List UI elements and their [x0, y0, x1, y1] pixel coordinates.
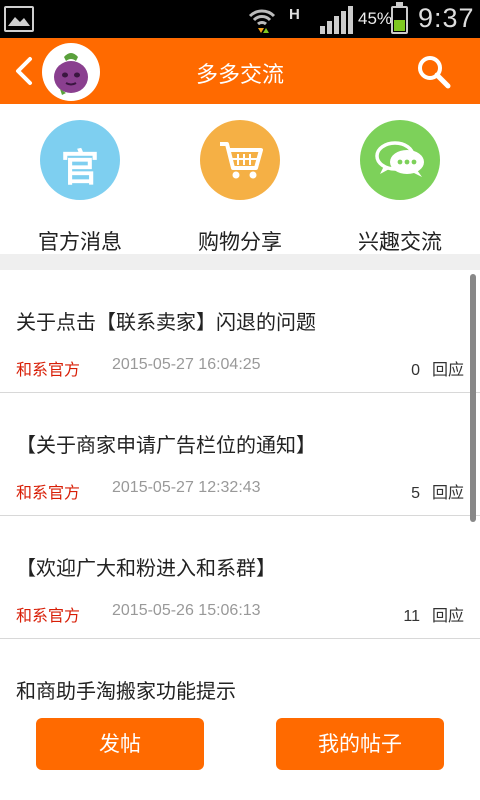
section-divider — [0, 254, 480, 270]
category-label: 官方消息 — [38, 230, 122, 254]
bottom-bar: 发帖 我的帖子 — [0, 700, 480, 800]
search-icon[interactable] — [416, 54, 452, 90]
new-post-button[interactable]: 发帖 — [36, 718, 204, 770]
category-row: 官 官方消息 购物分享 兴趣交流 — [0, 104, 480, 254]
official-icon: 官 — [40, 120, 120, 200]
post-time: 2015-05-27 16:04:25 — [112, 356, 261, 373]
page-title: 多多交流 — [195, 63, 284, 88]
reply-label: 回应 — [431, 483, 464, 502]
signal-icon — [318, 6, 354, 38]
post-list: 关于点击【联系卖家】闪退的问题 和系官方 2015-05-27 16:04:25… — [0, 270, 480, 700]
status-bar: H 45% 9:37 — [0, 0, 480, 38]
post-title: 关于点击【联系卖家】闪退的问题 — [16, 310, 316, 334]
reply-count: 0 回应 — [411, 356, 464, 380]
category-label: 兴趣交流 — [358, 230, 442, 254]
battery-percent: 45% — [358, 9, 393, 28]
post-title: 和商助手淘搬家功能提示 — [16, 679, 236, 700]
post-time: 2015-05-27 12:32:43 — [112, 479, 261, 496]
reply-count-value: 11 — [403, 608, 420, 625]
reply-label: 回应 — [431, 606, 464, 625]
network-type: H — [289, 6, 300, 23]
reply-label: 回应 — [431, 360, 464, 379]
scrollbar[interactable] — [470, 274, 476, 522]
category-official[interactable]: 官 官方消息 — [0, 120, 160, 254]
list-item[interactable]: 【欢迎广大和粉进入和系群】 和系官方 2015-05-26 15:06:13 1… — [0, 516, 480, 639]
official-glyph: 官 — [60, 146, 99, 190]
category-label: 购物分享 — [198, 230, 282, 254]
clock: 9:37 — [418, 3, 475, 33]
post-title: 【关于商家申请广告栏位的通知】 — [16, 433, 316, 457]
title-bar: 多多交流 — [0, 38, 480, 104]
shopping-cart-icon — [200, 120, 280, 200]
battery-icon — [391, 2, 408, 34]
post-author: 和系官方 — [16, 483, 81, 502]
post-author: 和系官方 — [16, 360, 81, 379]
post-author: 和系官方 — [16, 606, 81, 625]
chat-bubbles-icon — [360, 120, 440, 200]
gallery-icon — [4, 6, 34, 32]
list-item[interactable]: 关于点击【联系卖家】闪退的问题 和系官方 2015-05-27 16:04:25… — [0, 270, 480, 393]
post-time: 2015-05-26 15:06:13 — [112, 602, 261, 619]
post-title: 【欢迎广大和粉进入和系群】 — [16, 556, 276, 580]
wifi-icon — [248, 6, 276, 38]
list-item[interactable]: 【关于商家申请广告栏位的通知】 和系官方 2015-05-27 12:32:43… — [0, 393, 480, 516]
list-item[interactable]: 和商助手淘搬家功能提示 — [0, 639, 480, 700]
reply-count-value: 0 — [411, 362, 420, 379]
reply-count: 5 回应 — [411, 479, 464, 503]
category-shopping[interactable]: 购物分享 — [160, 120, 320, 254]
my-posts-button[interactable]: 我的帖子 — [276, 718, 444, 770]
reply-count: 11 回应 — [403, 602, 464, 626]
category-interest[interactable]: 兴趣交流 — [320, 120, 480, 254]
reply-count-value: 5 — [411, 485, 420, 502]
